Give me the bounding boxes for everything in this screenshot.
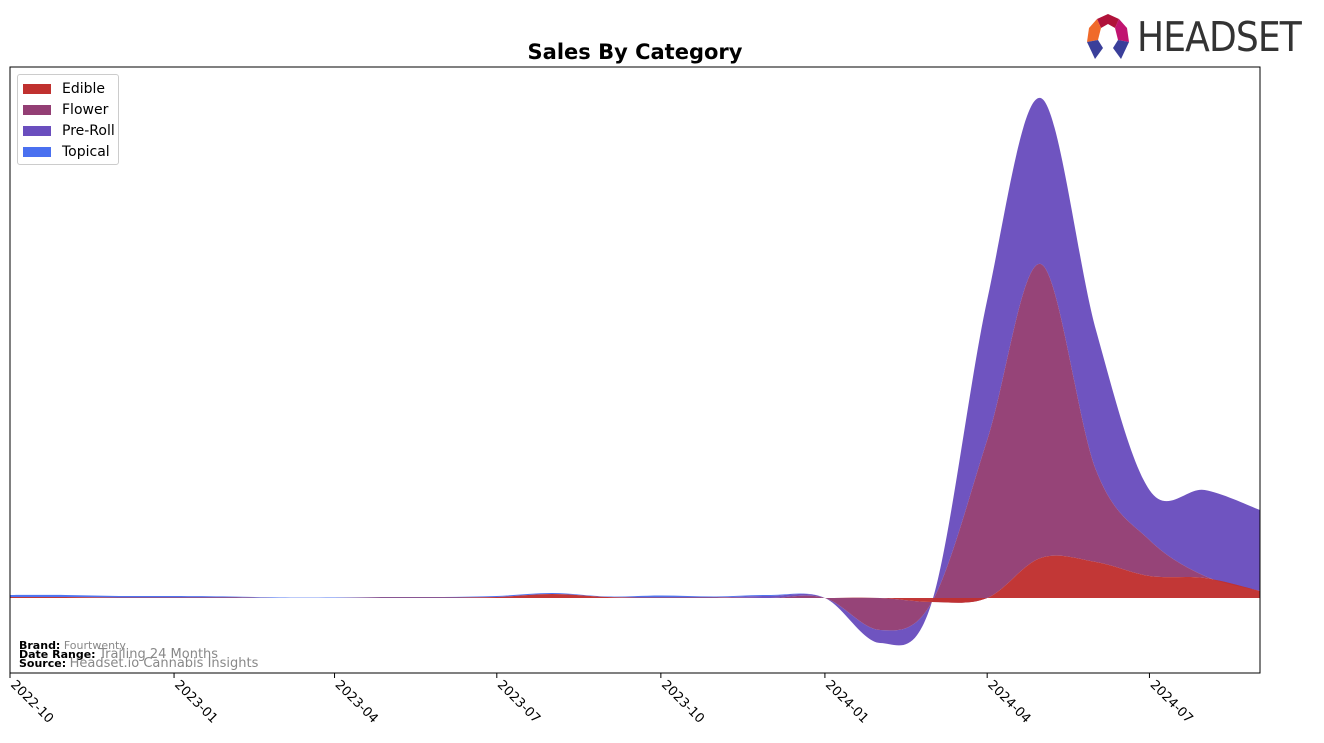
- headset-logo: HEADSET: [1085, 13, 1323, 61]
- area-series-group: [10, 97, 1260, 646]
- legend-label: Pre-Roll: [62, 122, 115, 139]
- legend-item-flower: Flower: [18, 99, 118, 120]
- legend-label: Topical: [62, 143, 110, 160]
- x-tick-label: 2024-01: [822, 678, 871, 727]
- legend: Edible Flower Pre-Roll Topical: [17, 74, 119, 165]
- x-tick-label: 2024-07: [1147, 678, 1196, 727]
- legend-swatch: [23, 146, 51, 157]
- logo-text: HEADSET: [1137, 13, 1302, 61]
- x-tick-label: 2023-01: [171, 678, 220, 727]
- area-edible: [10, 555, 1260, 603]
- x-tick-label: 2022-10: [7, 678, 56, 727]
- chart-title: Sales By Category: [527, 40, 743, 64]
- x-tick-label: 2023-07: [494, 678, 543, 727]
- legend-item-edible: Edible: [18, 78, 118, 99]
- source-label: Source:: [19, 657, 67, 670]
- legend-swatch: [23, 125, 51, 136]
- legend-swatch: [23, 104, 51, 115]
- legend-label: Flower: [62, 101, 109, 118]
- x-tick-label: 2023-04: [332, 678, 381, 727]
- legend-swatch: [23, 83, 51, 94]
- legend-item-pre-roll: Pre-Roll: [18, 120, 118, 141]
- headset-logo-icon: [1087, 14, 1129, 59]
- source-info: Source: Headset.io Cannabis Insights: [19, 656, 259, 671]
- legend-item-topical: Topical: [18, 141, 118, 162]
- x-tick-label: 2023-10: [658, 678, 707, 727]
- legend-label: Edible: [62, 80, 106, 97]
- x-axis: 2022-10 2023-01 2023-04 2023-07 2023-10 2024-…: [7, 673, 1196, 727]
- sales-chart: 2022-10 2023-01 2023-04 2023-07 2023-10 2024-…: [7, 66, 1261, 727]
- x-tick-label: 2024-04: [984, 678, 1033, 727]
- source-value: Headset.io Cannabis Insights: [69, 656, 259, 671]
